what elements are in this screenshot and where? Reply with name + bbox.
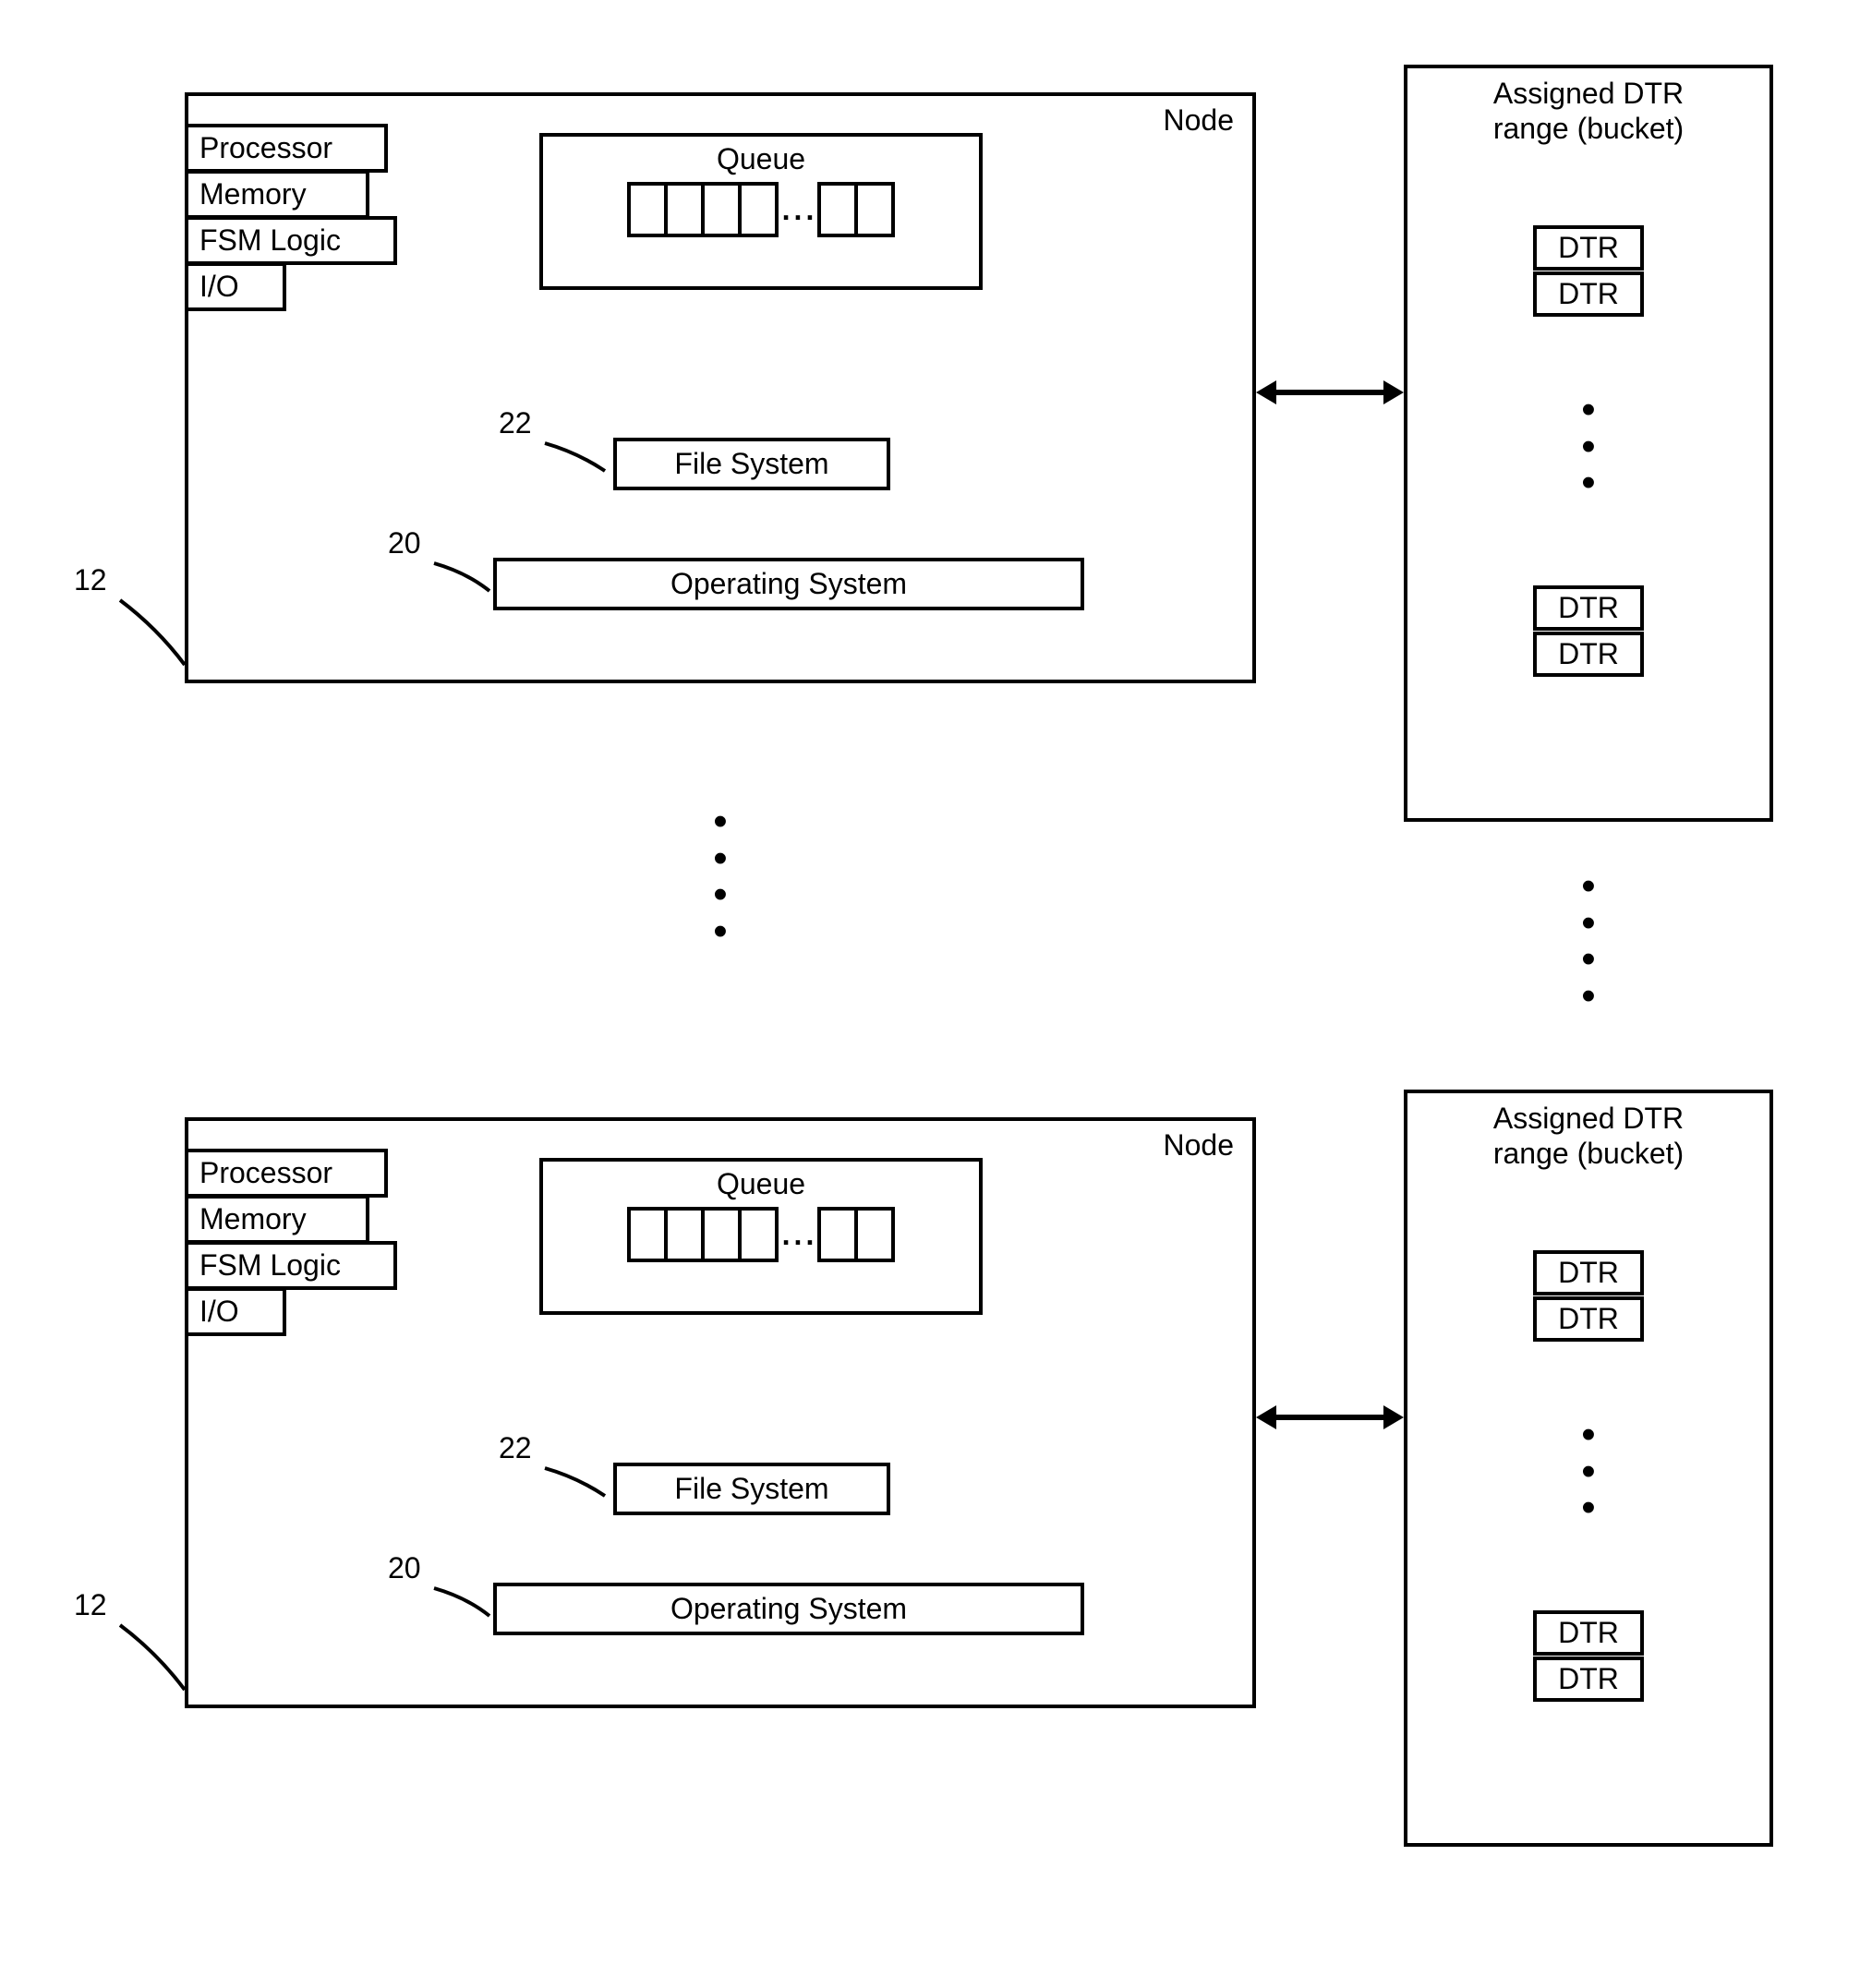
dtr-label: DTR (1558, 591, 1619, 624)
memory-box: Memory (185, 170, 369, 219)
file-system-box: File System (613, 1463, 890, 1515)
dtr-box: DTR (1533, 1610, 1644, 1656)
bucket-box-1: Assigned DTR range (bucket) DTR DTR ••• … (1404, 65, 1773, 822)
queue-slot (664, 1207, 705, 1262)
queue-slots: ... (543, 182, 979, 237)
dtr-label: DTR (1558, 277, 1619, 310)
dtr-box: DTR (1533, 632, 1644, 677)
vdots-icon: •••• (1570, 868, 1607, 1014)
file-system-label: File System (674, 1472, 828, 1505)
processor-box: Processor (185, 124, 388, 173)
queue-label: Queue (543, 142, 979, 176)
dtr-box: DTR (1533, 271, 1644, 317)
file-system-box: File System (613, 438, 890, 490)
ellipsis: ... (779, 193, 821, 227)
vdots-icon: •••• (702, 803, 739, 949)
bucket-title-line: Assigned DTR (1493, 1102, 1684, 1135)
queue-slot (664, 182, 705, 237)
dtr-label: DTR (1558, 637, 1619, 670)
queue-box: Queue ... (539, 1158, 983, 1315)
io-box: I/O (185, 1287, 286, 1336)
memory-label: Memory (199, 177, 307, 211)
dtr-label: DTR (1558, 1616, 1619, 1649)
queue-slot (701, 182, 742, 237)
bucket-title-line: Assigned DTR (1493, 77, 1684, 110)
vdots-icon: ••• (1570, 1416, 1607, 1526)
queue-label: Queue (543, 1167, 979, 1201)
queue-slot (817, 1207, 858, 1262)
fsm-logic-label: FSM Logic (199, 1248, 341, 1282)
ref-label: 22 (499, 1431, 532, 1465)
processor-box: Processor (185, 1149, 388, 1198)
dtr-label: DTR (1558, 1256, 1619, 1289)
processor-label: Processor (199, 1156, 332, 1189)
fsm-logic-label: FSM Logic (199, 223, 341, 257)
ref-label: 12 (74, 563, 107, 597)
diagram-canvas: Node Processor Memory FSM Logic I/O Queu… (37, 37, 1835, 1951)
dtr-box: DTR (1533, 585, 1644, 631)
operating-system-label: Operating System (670, 567, 907, 600)
dtr-box: DTR (1533, 1657, 1644, 1702)
ref-label: 20 (388, 1551, 421, 1585)
queue-slot (627, 182, 668, 237)
processor-label: Processor (199, 131, 332, 164)
bucket-box-2: Assigned DTR range (bucket) DTR DTR ••• … (1404, 1090, 1773, 1847)
double-arrow-icon (1256, 1394, 1404, 1440)
ref-label: 20 (388, 526, 421, 560)
fsm-logic-box: FSM Logic (185, 1241, 397, 1290)
io-label: I/O (199, 1295, 239, 1328)
queue-box: Queue ... (539, 133, 983, 290)
node-title: Node (1164, 1128, 1235, 1163)
node-box-1: Node Processor Memory FSM Logic I/O Queu… (185, 92, 1256, 683)
operating-system-box: Operating System (493, 558, 1084, 610)
dtr-box: DTR (1533, 225, 1644, 271)
io-label: I/O (199, 270, 239, 303)
fsm-logic-box: FSM Logic (185, 216, 397, 265)
double-arrow-icon (1256, 369, 1404, 416)
memory-label: Memory (199, 1202, 307, 1235)
operating-system-box: Operating System (493, 1583, 1084, 1635)
queue-slot (738, 1207, 779, 1262)
queue-slot (627, 1207, 668, 1262)
bucket-title-line: range (bucket) (1493, 112, 1684, 145)
queue-slot (817, 182, 858, 237)
bucket-title-line: range (bucket) (1493, 1137, 1684, 1170)
vdots-icon: ••• (1570, 392, 1607, 501)
queue-slot (701, 1207, 742, 1262)
dtr-label: DTR (1558, 1662, 1619, 1695)
dtr-label: DTR (1558, 231, 1619, 264)
queue-slot (854, 1207, 895, 1262)
dtr-label: DTR (1558, 1302, 1619, 1335)
node-box-2: Node Processor Memory FSM Logic I/O Queu… (185, 1117, 1256, 1708)
ref-label: 12 (74, 1588, 107, 1622)
ref-label: 22 (499, 406, 532, 440)
queue-slot (854, 182, 895, 237)
dtr-box: DTR (1533, 1250, 1644, 1295)
operating-system-label: Operating System (670, 1592, 907, 1625)
io-box: I/O (185, 262, 286, 311)
queue-slot (738, 182, 779, 237)
memory-box: Memory (185, 1195, 369, 1244)
queue-slots: ... (543, 1207, 979, 1262)
node-title: Node (1164, 103, 1235, 138)
dtr-box: DTR (1533, 1296, 1644, 1342)
ellipsis: ... (779, 1218, 821, 1252)
bucket-title: Assigned DTR range (bucket) (1407, 76, 1769, 147)
bucket-title: Assigned DTR range (bucket) (1407, 1101, 1769, 1172)
file-system-label: File System (674, 447, 828, 480)
